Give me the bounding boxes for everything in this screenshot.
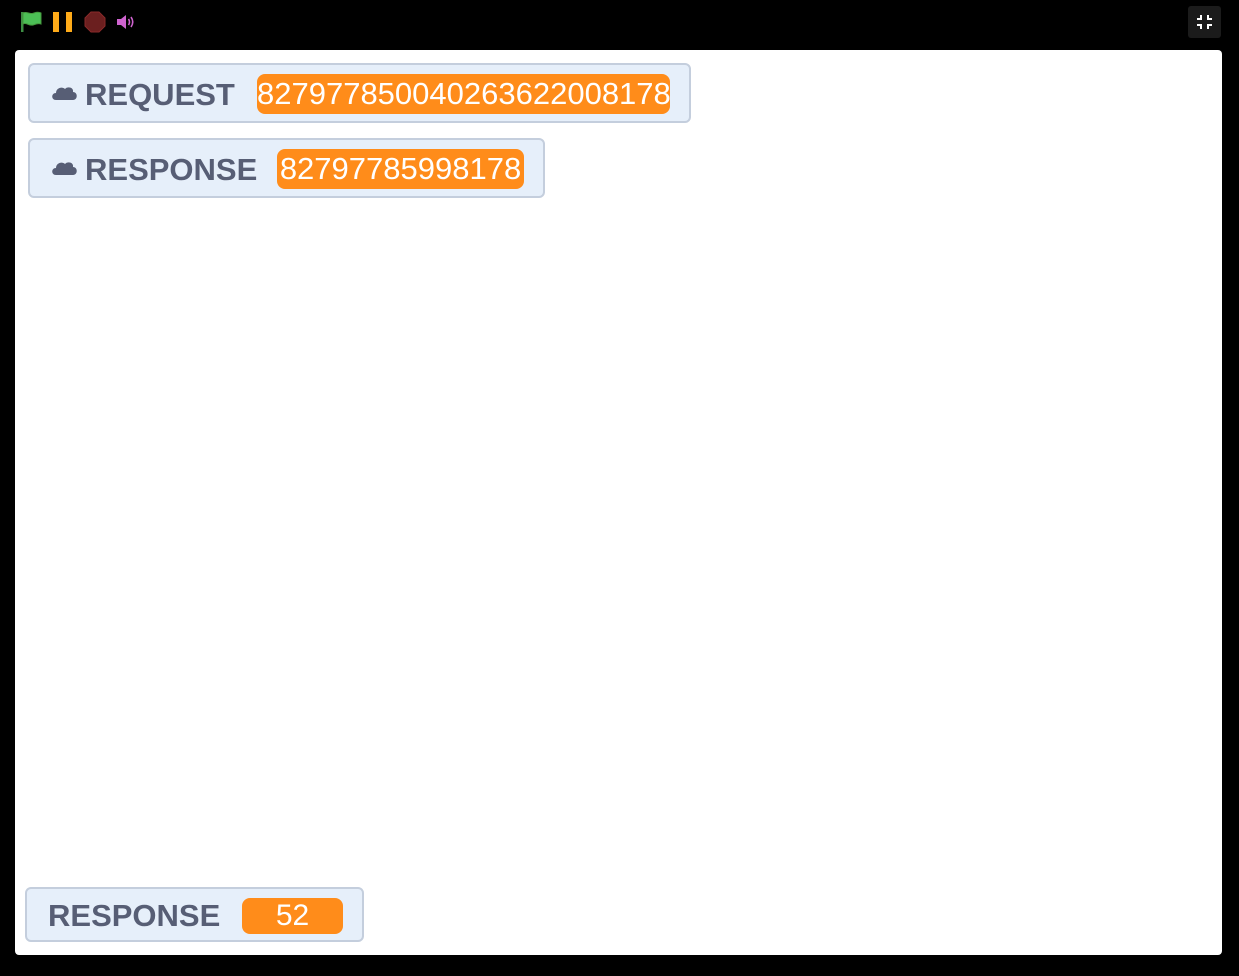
exit-fullscreen-icon[interactable] xyxy=(1188,6,1221,38)
monitor-label: RESPONSE xyxy=(85,152,258,187)
monitor-value: 827977850040263622008178 xyxy=(257,74,671,114)
player-controls-bar xyxy=(0,0,1239,48)
stage[interactable]: REQUEST 827977850040263622008178 RESPONS… xyxy=(15,50,1222,955)
green-flag-icon[interactable] xyxy=(19,11,43,33)
sound-icon[interactable] xyxy=(116,13,136,31)
variable-monitor-request[interactable]: REQUEST 827977850040263622008178 xyxy=(28,63,691,123)
cloud-icon xyxy=(50,84,78,106)
monitor-value: 52 xyxy=(242,898,343,934)
variable-monitor-response[interactable]: RESPONSE 52 xyxy=(25,887,364,942)
variable-monitor-response-cloud[interactable]: RESPONSE 82797785998178 xyxy=(28,138,545,198)
stop-icon[interactable] xyxy=(84,11,106,33)
cloud-icon xyxy=(50,159,78,181)
monitor-value: 82797785998178 xyxy=(277,149,524,189)
pause-icon[interactable] xyxy=(52,11,74,33)
monitor-label: REQUEST xyxy=(85,77,235,112)
monitor-label: RESPONSE xyxy=(48,898,221,933)
